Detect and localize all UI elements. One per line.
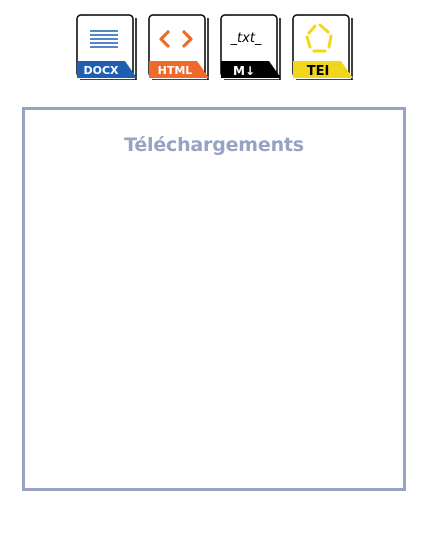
tei-label: TEI (307, 64, 330, 79)
markdown-sample-text: _txt_ (230, 31, 262, 46)
docx-file-icon: DOCX (76, 14, 137, 80)
docx-download-button[interactable]: DOCX (76, 14, 138, 80)
download-format-bar: DOCX HTML _txt_ M↓ TEI (76, 14, 358, 80)
tei-file-icon: TEI (292, 14, 353, 80)
downloads-title: Téléchargements (124, 134, 304, 156)
markdown-download-button[interactable]: _txt_ M↓ (220, 14, 282, 80)
docx-label: DOCX (83, 64, 119, 77)
markdown-label: M↓ (233, 64, 255, 78)
html-label: HTML (158, 64, 193, 77)
markdown-file-icon: _txt_ M↓ (220, 14, 281, 80)
html-download-button[interactable]: HTML (148, 14, 210, 80)
html-file-icon: HTML (148, 14, 209, 80)
tei-download-button[interactable]: TEI (292, 14, 354, 80)
downloads-panel: Téléchargements (22, 107, 406, 491)
